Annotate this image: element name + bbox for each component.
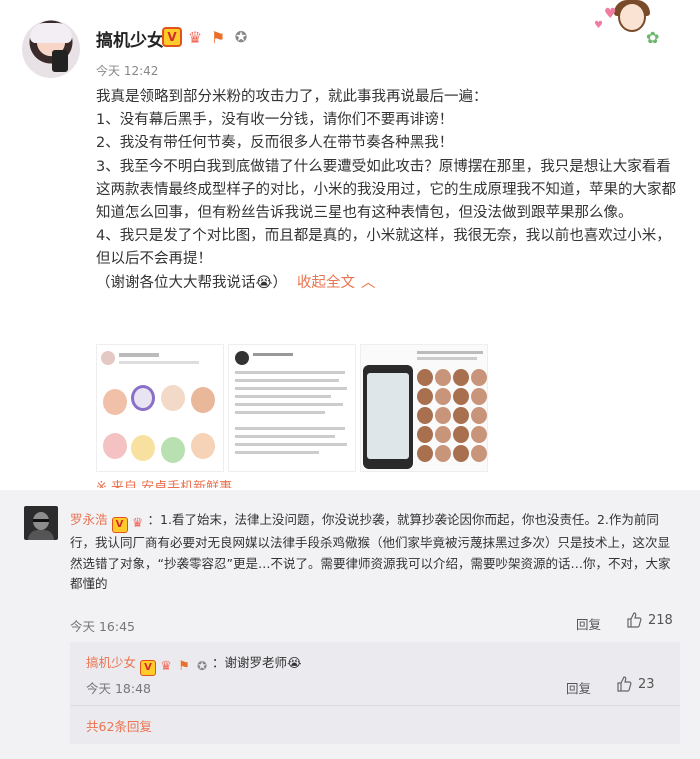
sub-reply-like-button[interactable]: 23 [616,676,655,692]
sub-reply-reply-button[interactable]: 回复 [566,678,591,697]
post-timestamp[interactable]: 今天 12:42 [96,62,158,79]
verified-v-icon[interactable]: V [140,660,157,676]
collapse-full-text-button[interactable]: 收起全文 ︿ [297,275,376,291]
decoration-cartoon-icon: ♥ ♥ ✿ [590,0,670,48]
chevron-up-icon: ︿ [360,274,376,291]
post-paragraph: 4、我只是发了个对比图，而且都是真的，小米就这样，我很无奈，我以前也喜欢过小米，… [96,228,671,268]
medal-icon[interactable]: ✪ [194,659,210,675]
divider [70,705,680,706]
author-avatar[interactable] [22,20,80,78]
post-paragraph: 我真是领略到部分米粉的攻击力了，就此事我再说最后一遍： [96,89,488,105]
post-paragraph: 2、我没有带任何节奏，反而很多人在带节奏各种黑我！ [96,135,454,152]
post-paragraph: 3、我至今不明白我到底做错了什么要遭受如此攻击？原博摆在那里，我只是想让大家看看… [96,158,676,222]
post-source[interactable]: ※ 来自 安卓手机新鲜事 [96,480,232,488]
post-closing-line: （谢谢各位大大帮我说话😭） 收起全文 ︿ [96,272,676,295]
post-content: 我真是领略到部分米粉的攻击力了，就此事我再说最后一遍： 1、没有幕后黑手，没有收… [96,86,676,295]
image-thumbnail[interactable] [360,344,488,472]
flag-icon[interactable]: ⚑ [176,660,192,676]
vip-crown-icon[interactable]: ♛ [158,660,174,676]
author-name[interactable]: 搞机少女 [96,26,164,51]
comment-timestamp: 今天 16:45 [70,619,135,634]
weibo-post: 搞机少女 V ♛ ⚑ ✪ 今天 12:42 ♥ ♥ ✿ 我真是领略到部分米粉的攻… [0,0,700,488]
post-closing-text: （谢谢各位大大帮我说话😭） [96,274,287,291]
comment-body: 罗永浩 V ♛ ：1.看了始末，法律上没问题，你没说抄袭，就算抄袭论因你而起，你也没责… [70,510,680,595]
thumbs-up-icon [627,612,642,628]
collapse-label: 收起全文 [296,274,355,291]
comment-text: ：1.看了始末，法律上没问题，你没说抄袭，就算抄袭论因你而起，你也没责任。2.作… [70,512,671,591]
sub-reply-text: ：谢谢罗老师😭 [212,655,302,670]
commenter-name[interactable]: 罗永浩 [70,512,108,527]
verified-v-icon[interactable]: V [162,27,182,47]
sub-reply: 搞机少女 V ♛ ⚑ ✪ ：谢谢罗老师😭 [86,652,302,676]
vip-crown-icon[interactable]: ♛ [130,517,146,533]
image-thumbnail[interactable] [96,344,224,472]
thumbs-up-icon [617,676,632,692]
comment-section: 罗永浩 V ♛ ：1.看了始末，法律上没问题，你没说抄袭，就算抄袭论因你而起，你也没责… [0,490,700,759]
commenter-avatar[interactable] [24,506,58,540]
flag-icon[interactable]: ⚑ [208,27,228,47]
post-paragraph: 1、没有幕后黑手，没有收一分钱，请你们不要再诽谤！ [96,112,454,129]
image-gallery [96,344,488,472]
vip-crown-icon[interactable]: ♛ [185,27,205,47]
sub-reply-like-count: 23 [638,676,655,692]
comment-like-button[interactable]: 218 [626,612,673,628]
author-badges: V ♛ ⚑ ✪ [162,27,251,47]
sub-reply-author[interactable]: 搞机少女 [86,655,136,670]
medal-icon[interactable]: ✪ [231,27,251,47]
sub-reply-timestamp: 今天 18:48 [86,681,151,696]
verified-v-icon[interactable]: V [111,517,128,533]
view-all-replies-link[interactable]: 共62条回复 [86,716,152,735]
comment-reply-button[interactable]: 回复 [576,614,601,633]
comment-like-count: 218 [648,612,673,628]
image-thumbnail[interactable] [228,344,356,472]
